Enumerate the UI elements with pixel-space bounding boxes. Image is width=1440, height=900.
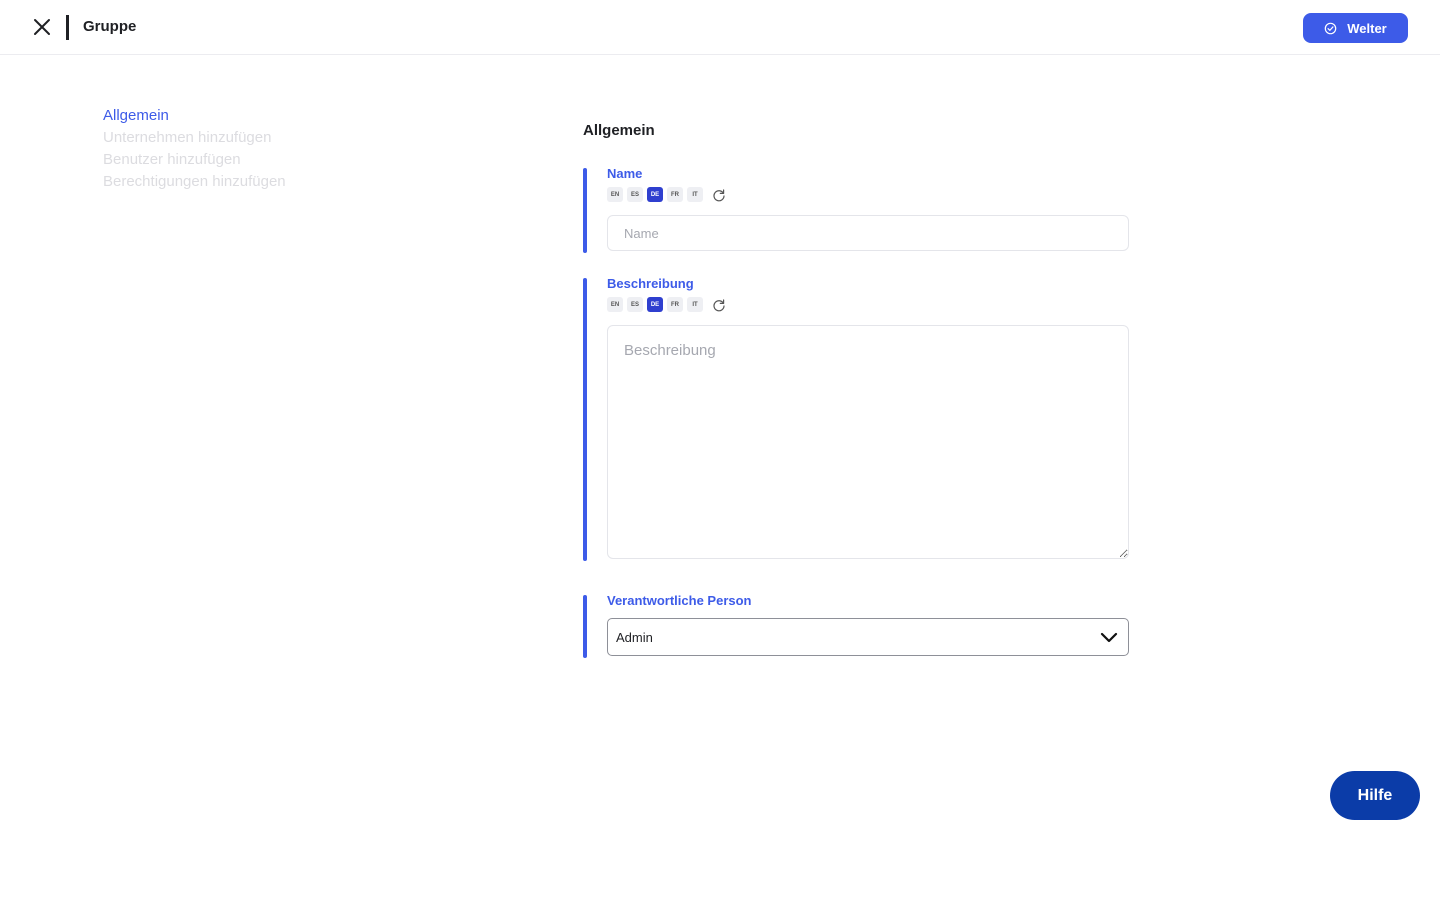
- name-input[interactable]: [607, 215, 1129, 251]
- name-language-switcher: EN ES DE FR IT: [607, 187, 726, 202]
- description-language-switcher: EN ES DE FR IT: [607, 297, 726, 312]
- next-button-label: Welter: [1347, 20, 1387, 36]
- name-field-group: Name EN ES DE FR IT: [583, 166, 1129, 253]
- step-navigation: Allgemein Unternehmen hinzufügen Benutze…: [103, 105, 286, 193]
- next-button[interactable]: Welter: [1303, 13, 1408, 43]
- top-bar: Gruppe Welter: [0, 0, 1440, 55]
- close-icon[interactable]: [33, 18, 51, 36]
- name-lang-fr[interactable]: FR: [667, 187, 683, 202]
- description-lang-de[interactable]: DE: [647, 297, 663, 312]
- description-lang-en[interactable]: EN: [607, 297, 623, 312]
- description-field-group: Beschreibung EN ES DE FR IT: [583, 276, 1129, 561]
- description-accent-bar: [583, 278, 587, 561]
- name-label: Name: [607, 166, 643, 181]
- refresh-icon[interactable]: [712, 298, 726, 312]
- name-lang-es[interactable]: ES: [627, 187, 643, 202]
- chevron-down-icon: [1100, 632, 1118, 643]
- description-label: Beschreibung: [607, 276, 694, 291]
- responsible-select-value: Admin: [616, 629, 653, 645]
- step-berechtigungen-hinzufuegen[interactable]: Berechtigungen hinzufügen: [103, 171, 286, 193]
- description-lang-it[interactable]: IT: [687, 297, 703, 312]
- section-title: Allgemein: [583, 122, 655, 139]
- close-button[interactable]: [31, 16, 53, 38]
- responsible-accent-bar: [583, 595, 587, 658]
- check-circle-icon: [1324, 22, 1337, 34]
- step-allgemein[interactable]: Allgemein: [103, 105, 286, 127]
- responsible-label: Verantwortliche Person: [607, 593, 752, 608]
- description-textarea[interactable]: [607, 325, 1129, 559]
- step-benutzer-hinzufuegen[interactable]: Benutzer hinzufügen: [103, 149, 286, 171]
- page-title: Gruppe: [83, 18, 137, 35]
- name-lang-it[interactable]: IT: [687, 187, 703, 202]
- responsible-field-group: Verantwortliche Person Admin: [583, 593, 1129, 658]
- description-lang-fr[interactable]: FR: [667, 297, 683, 312]
- help-button[interactable]: Hilfe: [1330, 771, 1420, 820]
- description-lang-es[interactable]: ES: [627, 297, 643, 312]
- step-unternehmen-hinzufuegen[interactable]: Unternehmen hinzufügen: [103, 127, 286, 149]
- name-accent-bar: [583, 168, 587, 253]
- title-divider: [66, 15, 69, 40]
- responsible-select[interactable]: Admin: [607, 618, 1129, 656]
- name-lang-en[interactable]: EN: [607, 187, 623, 202]
- name-lang-de[interactable]: DE: [647, 187, 663, 202]
- refresh-icon[interactable]: [712, 188, 726, 202]
